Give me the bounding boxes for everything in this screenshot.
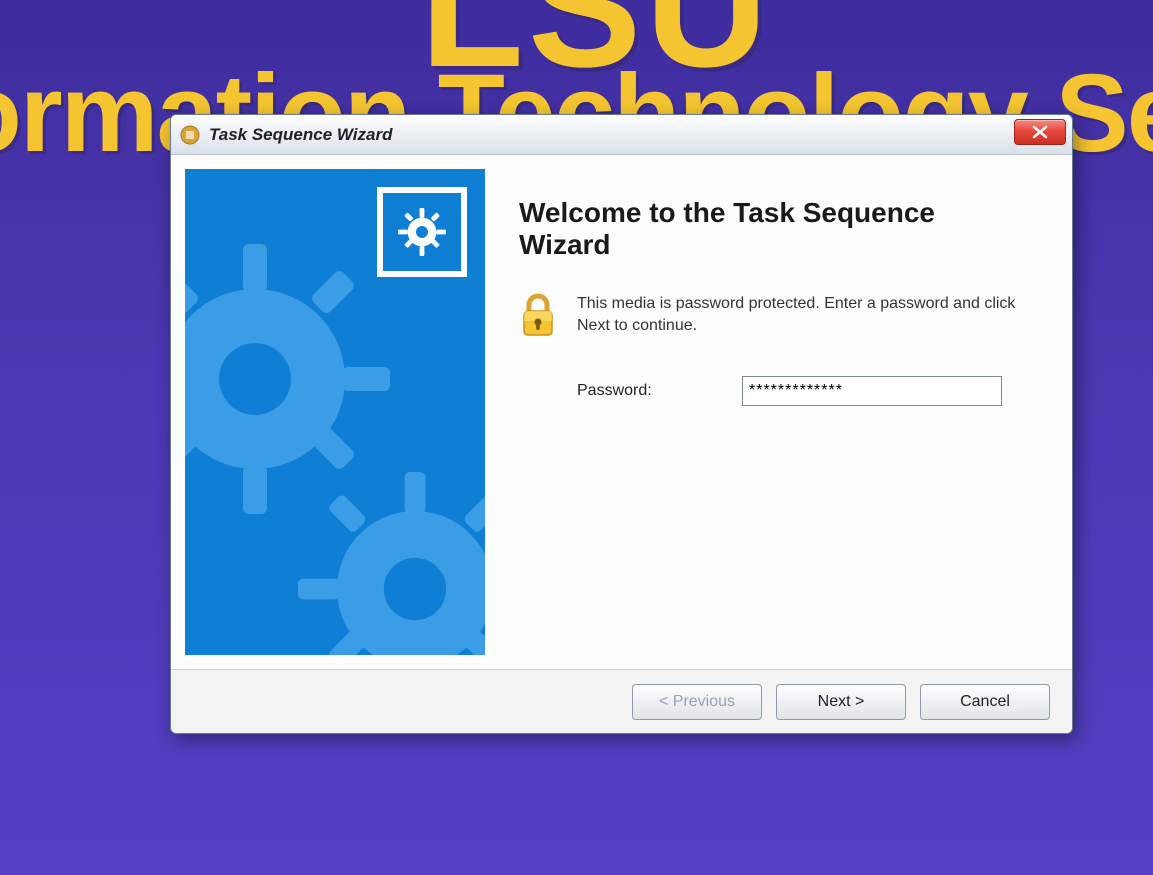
info-row: This media is password protected. Enter … [519, 293, 1024, 342]
cancel-button[interactable]: Cancel [920, 684, 1050, 720]
gear-graphic-small [285, 459, 485, 655]
previous-button: < Previous [632, 684, 762, 720]
wizard-body: Welcome to the Task Sequence Wizard This… [171, 155, 1072, 669]
password-label: Password: [577, 382, 732, 400]
titlebar[interactable]: Task Sequence Wizard [171, 115, 1072, 155]
content-panel: Welcome to the Task Sequence Wizard This… [485, 169, 1058, 655]
wizard-heading: Welcome to the Task Sequence Wizard [519, 197, 1024, 261]
button-bar: < Previous Next > Cancel [171, 669, 1072, 733]
password-field-row: Password: [577, 376, 1024, 406]
close-button[interactable] [1014, 119, 1066, 145]
lock-icon [519, 293, 559, 342]
password-input[interactable] [742, 376, 1002, 406]
task-sequence-wizard-window: Task Sequence Wizard [170, 114, 1073, 734]
wizard-icon [179, 124, 201, 146]
info-text: This media is password protected. Enter … [577, 293, 1024, 336]
side-graphic-panel [185, 169, 485, 655]
desktop-background: LSU formation Technology Ser Task Sequen… [0, 0, 1153, 875]
window-title: Task Sequence Wizard [209, 125, 392, 145]
next-button[interactable]: Next > [776, 684, 906, 720]
side-gear-badge [377, 187, 467, 277]
